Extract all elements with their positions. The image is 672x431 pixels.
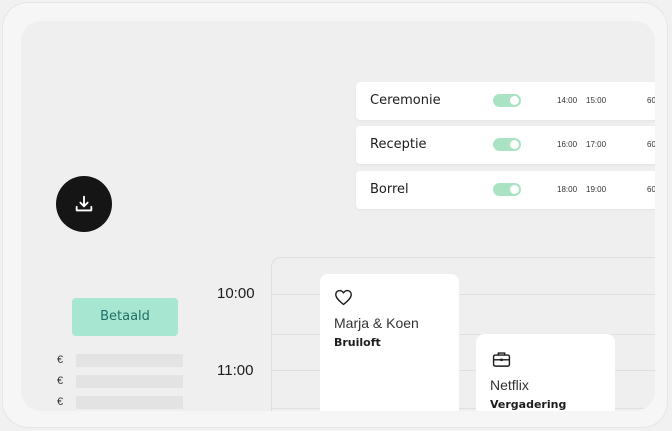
device-frame: Ceremonie 14:00 15:00 60 Receptie 16:00 … xyxy=(2,2,668,428)
duration: 60 xyxy=(647,140,655,149)
event-title: Marja & Koen xyxy=(334,315,419,331)
start-time: 18:00 xyxy=(557,185,578,194)
amount-placeholder xyxy=(76,396,183,409)
currency-symbol: € xyxy=(57,396,64,408)
event-title: Netflix xyxy=(490,377,529,393)
heart-icon xyxy=(335,289,352,306)
event-type: Vergadering xyxy=(490,398,567,411)
event-row-ceremonie[interactable]: Ceremonie 14:00 15:00 60 xyxy=(356,82,655,120)
toggle-knob xyxy=(510,185,519,194)
event-type: Bruiloft xyxy=(334,336,381,349)
download-icon xyxy=(75,195,93,212)
start-time: 14:00 xyxy=(557,96,578,105)
app-screen: Ceremonie 14:00 15:00 60 Receptie 16:00 … xyxy=(21,21,655,411)
hour-label: 10:00 xyxy=(217,285,255,302)
paid-status-button[interactable]: Betaald xyxy=(72,298,178,336)
calendar-event-card[interactable]: Netflix Vergadering xyxy=(476,334,615,411)
amount-placeholder xyxy=(76,375,183,388)
end-time: 17:00 xyxy=(586,140,607,149)
event-toggle[interactable] xyxy=(493,183,521,196)
end-time: 15:00 xyxy=(586,96,607,105)
duration: 60 xyxy=(647,96,655,105)
end-time: 19:00 xyxy=(586,185,607,194)
toggle-knob xyxy=(510,96,519,105)
event-row-receptie[interactable]: Receptie 16:00 17:00 60 xyxy=(356,126,655,164)
duration: 60 xyxy=(647,185,655,194)
currency-symbol: € xyxy=(57,375,64,387)
start-time: 16:00 xyxy=(557,140,578,149)
calendar-event-card[interactable]: Marja & Koen Bruiloft xyxy=(320,274,459,411)
event-name: Borrel xyxy=(370,182,409,197)
event-row-borrel[interactable]: Borrel 18:00 19:00 60 xyxy=(356,171,655,209)
event-toggle[interactable] xyxy=(493,94,521,107)
hour-label: 11:00 xyxy=(217,362,254,379)
download-button[interactable] xyxy=(56,176,112,232)
toggle-knob xyxy=(510,140,519,149)
currency-symbol: € xyxy=(57,354,64,366)
event-name: Receptie xyxy=(370,137,427,152)
briefcase-icon xyxy=(492,352,511,367)
amount-placeholder xyxy=(76,354,183,367)
event-name: Ceremonie xyxy=(370,93,441,108)
event-toggle[interactable] xyxy=(493,138,521,151)
